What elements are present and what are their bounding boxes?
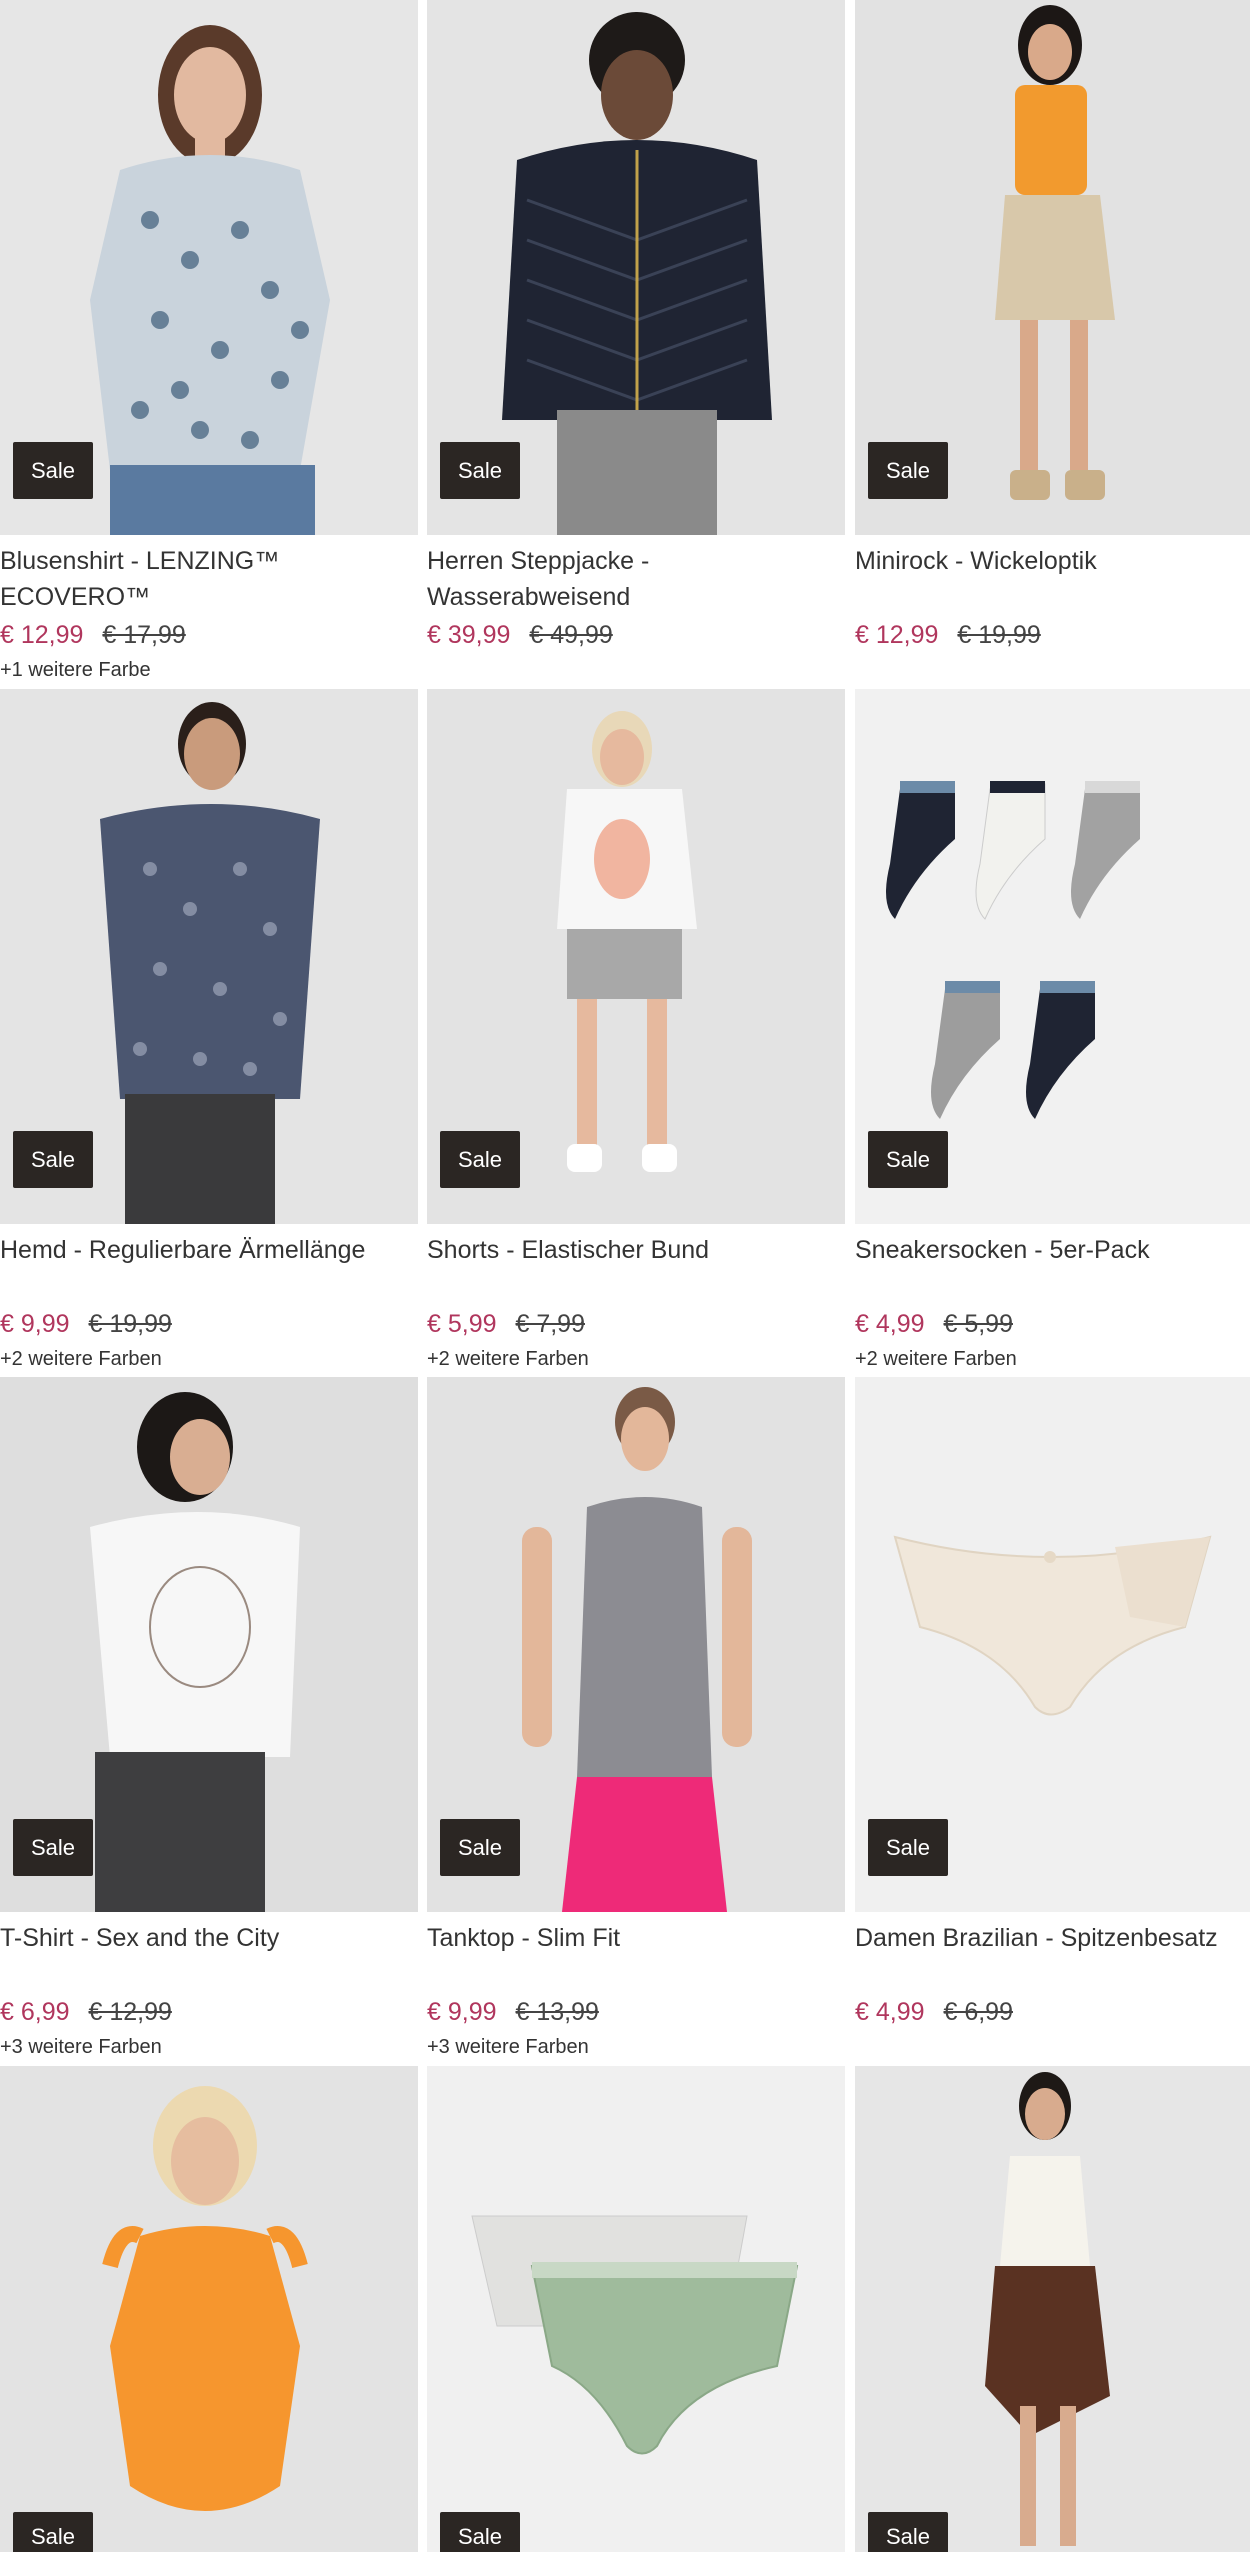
- more-colors[interactable]: +2 weitere Farben: [0, 1344, 418, 1374]
- sale-badge: Sale: [13, 2512, 93, 2552]
- product-grid: Sale Blusenshirt - LENZING™ ECOVERO™ € 1…: [0, 0, 1250, 2552]
- more-colors[interactable]: +2 weitere Farben: [427, 1344, 845, 1374]
- sale-price: € 4,99: [855, 1310, 925, 1338]
- sale-badge: Sale: [13, 1131, 93, 1188]
- sale-price: € 6,99: [0, 1998, 70, 2026]
- product-title[interactable]: Hemd - Regulierbare Ärmellänge: [0, 1232, 418, 1304]
- more-colors[interactable]: +1 weitere Farbe: [0, 655, 418, 685]
- product-card[interactable]: Sale: [0, 2066, 418, 2552]
- sale-badge: Sale: [13, 442, 93, 499]
- product-prices: € 12,99 € 19,99: [855, 617, 1250, 653]
- product-image[interactable]: Sale: [855, 2066, 1250, 2552]
- product-card[interactable]: Sale Minirock - Wickeloptik € 12,99 € 19…: [855, 0, 1250, 678]
- sale-price: € 9,99: [427, 1998, 497, 2026]
- product-image[interactable]: Sale: [0, 689, 418, 1224]
- product-card[interactable]: Sale Blusenshirt - LENZING™ ECOVERO™ € 1…: [0, 0, 418, 681]
- product-prices: € 39,99 € 49,99: [427, 617, 845, 653]
- product-image[interactable]: Sale: [427, 1377, 845, 1912]
- sale-badge: Sale: [13, 1819, 93, 1876]
- original-price: € 12,99: [88, 1998, 172, 2026]
- product-card[interactable]: Sale: [855, 2066, 1250, 2552]
- product-prices: € 4,99 € 5,99: [855, 1306, 1250, 1342]
- product-title[interactable]: Damen Brazilian - Spitzenbesatz: [855, 1920, 1250, 1992]
- product-image[interactable]: Sale: [855, 689, 1250, 1224]
- product-prices: € 9,99 € 13,99: [427, 1994, 845, 2030]
- product-title[interactable]: Sneakersocken - 5er-Pack: [855, 1232, 1250, 1304]
- sale-price: € 4,99: [855, 1998, 925, 2026]
- original-price: € 5,99: [943, 1310, 1013, 1338]
- product-prices: € 6,99 € 12,99: [0, 1994, 418, 2030]
- product-title[interactable]: Minirock - Wickeloptik: [855, 543, 1250, 615]
- product-title[interactable]: Blusenshirt - LENZING™ ECOVERO™: [0, 543, 418, 615]
- more-colors[interactable]: +3 weitere Farben: [0, 2032, 418, 2062]
- sale-price: € 5,99: [427, 1310, 497, 1338]
- sale-price: € 39,99: [427, 621, 511, 649]
- product-image[interactable]: Sale: [427, 2066, 845, 2552]
- original-price: € 19,99: [957, 621, 1041, 649]
- product-card[interactable]: Sale Tanktop - Slim Fit € 9,99 € 13,99 +…: [427, 1377, 845, 2058]
- product-card[interactable]: Sale Sneakersocken - 5er-Pack € 4,99 € 5…: [855, 689, 1250, 1370]
- product-title[interactable]: Tanktop - Slim Fit: [427, 1920, 845, 1992]
- product-image[interactable]: Sale: [855, 0, 1250, 535]
- product-card[interactable]: Sale T-Shirt - Sex and the City € 6,99 €…: [0, 1377, 418, 2058]
- sale-price: € 12,99: [855, 621, 939, 649]
- product-photo-woman-brown-skirt: [855, 2066, 1250, 2552]
- product-card[interactable]: Sale Damen Brazilian - Spitzenbesatz € 4…: [855, 1377, 1250, 2055]
- sale-badge: Sale: [868, 1131, 948, 1188]
- product-prices: € 5,99 € 7,99: [427, 1306, 845, 1342]
- product-image[interactable]: Sale: [0, 1377, 418, 1912]
- more-colors[interactable]: +3 weitere Farben: [427, 2032, 845, 2062]
- product-card[interactable]: Sale: [427, 2066, 845, 2552]
- sale-price: € 12,99: [0, 621, 84, 649]
- product-card[interactable]: Sale Hemd - Regulierbare Ärmellänge € 9,…: [0, 689, 418, 1370]
- product-card[interactable]: Sale Shorts - Elastischer Bund € 5,99 € …: [427, 689, 845, 1370]
- sale-badge: Sale: [868, 1819, 948, 1876]
- product-title[interactable]: Herren Steppjacke - Wasserabweisend: [427, 543, 845, 615]
- product-image[interactable]: Sale: [427, 0, 845, 535]
- product-image[interactable]: Sale: [855, 1377, 1250, 1912]
- sale-badge: Sale: [868, 442, 948, 499]
- original-price: € 6,99: [943, 1998, 1013, 2026]
- original-price: € 7,99: [515, 1310, 585, 1338]
- original-price: € 49,99: [529, 621, 613, 649]
- sale-badge: Sale: [868, 2512, 948, 2552]
- sale-price: € 9,99: [0, 1310, 70, 1338]
- original-price: € 13,99: [515, 1998, 599, 2026]
- product-prices: € 9,99 € 19,99: [0, 1306, 418, 1342]
- product-photo-lace-briefs: [427, 2066, 845, 2552]
- product-image[interactable]: Sale: [427, 689, 845, 1224]
- product-image[interactable]: Sale: [0, 0, 418, 535]
- sale-badge: Sale: [440, 2512, 520, 2552]
- product-image[interactable]: Sale: [0, 2066, 418, 2552]
- sale-badge: Sale: [440, 1131, 520, 1188]
- sale-badge: Sale: [440, 442, 520, 499]
- product-title[interactable]: T-Shirt - Sex and the City: [0, 1920, 418, 1992]
- product-photo-woman-orange-body: [0, 2066, 418, 2552]
- product-card[interactable]: Sale Herren Steppjacke - Wasserabweisend…: [427, 0, 845, 678]
- product-title[interactable]: Shorts - Elastischer Bund: [427, 1232, 845, 1304]
- original-price: € 17,99: [102, 621, 186, 649]
- more-colors[interactable]: +2 weitere Farben: [855, 1344, 1250, 1374]
- original-price: € 19,99: [88, 1310, 172, 1338]
- sale-badge: Sale: [440, 1819, 520, 1876]
- product-prices: € 12,99 € 17,99: [0, 617, 418, 653]
- product-prices: € 4,99 € 6,99: [855, 1994, 1250, 2030]
